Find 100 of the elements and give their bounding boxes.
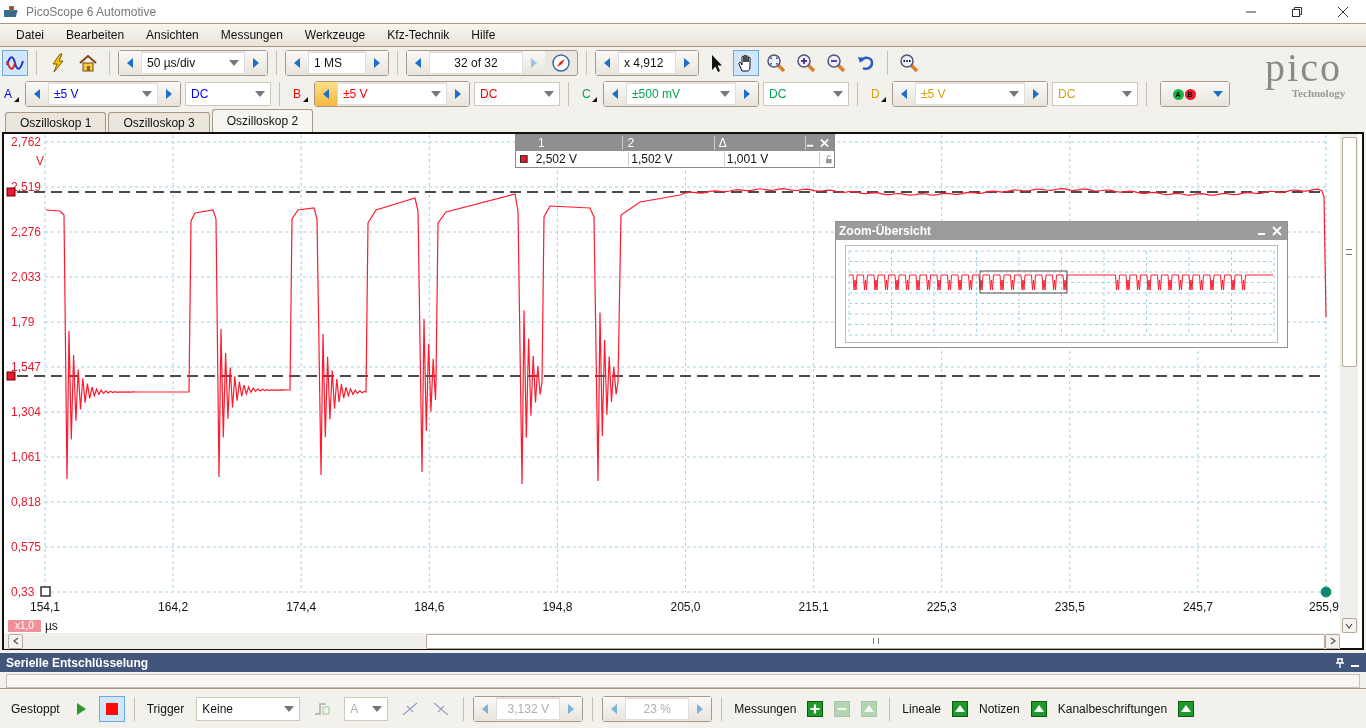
tab[interactable]: Oszilloskop 2 xyxy=(211,109,314,132)
menu-item[interactable]: Datei xyxy=(7,28,53,42)
lock-icon[interactable] xyxy=(824,154,834,164)
previous-button[interactable] xyxy=(893,82,915,106)
table-cell: 2,502 V xyxy=(533,152,630,166)
right-arrow-icon xyxy=(744,89,750,99)
axis-label: 235,5 xyxy=(1054,600,1085,614)
menu-item[interactable]: Hilfe xyxy=(462,28,505,42)
buffer-field[interactable]: 32 of 32 xyxy=(429,52,523,74)
sample-count-field[interactable]: 1 MS xyxy=(308,52,366,74)
add-measurement-icon[interactable] xyxy=(807,700,824,717)
left-arrow-icon xyxy=(415,58,421,68)
next-button[interactable] xyxy=(1025,82,1047,106)
left-arrow-icon xyxy=(34,89,40,99)
stop-icon xyxy=(105,702,118,715)
previous-button[interactable] xyxy=(603,696,626,721)
home-icon[interactable] xyxy=(78,53,98,73)
coupling-dropdown[interactable]: DC xyxy=(185,82,271,106)
rulers-label: Lineale xyxy=(902,701,942,716)
caret-icon xyxy=(142,91,152,97)
zoom-factor-field[interactable]: x 4,912 xyxy=(618,52,676,74)
right-arrow-icon xyxy=(697,703,704,714)
previous-button[interactable] xyxy=(26,82,48,106)
timebase-dropdown[interactable]: 50 µs/div xyxy=(141,52,245,74)
square-marker-icon[interactable] xyxy=(40,586,51,597)
scope-mode-button[interactable] xyxy=(2,50,28,76)
trigger-marker-icon[interactable] xyxy=(1320,586,1332,598)
range-dropdown[interactable]: ±5 V xyxy=(48,83,158,105)
next-button[interactable] xyxy=(366,51,388,75)
channel-swatch-icon xyxy=(520,155,528,163)
column-header: 1 xyxy=(534,136,624,150)
range-dropdown[interactable]: ±5 V xyxy=(337,83,447,105)
horizontal-scrollbar[interactable] xyxy=(4,633,1340,649)
pin-icon[interactable] xyxy=(1335,657,1345,668)
next-button[interactable] xyxy=(736,82,758,106)
trigger-mode-dropdown[interactable]: Keine xyxy=(196,696,301,721)
previous-button[interactable] xyxy=(474,696,497,721)
corner-icon xyxy=(303,96,308,102)
channel-letter[interactable]: B xyxy=(293,87,303,101)
left-arrow-icon xyxy=(611,703,618,714)
menu-item[interactable]: Bearbeiten xyxy=(57,28,134,42)
hand-tool-button[interactable] xyxy=(733,50,759,76)
panel-title: Serielle Entschlüsselung xyxy=(6,655,149,670)
column-header: 2 xyxy=(623,136,715,150)
table-cell: 1,001 V xyxy=(724,152,821,166)
left-arrow-icon xyxy=(127,58,133,68)
zoom-in-magnifier-icon xyxy=(796,53,816,73)
previous-button[interactable] xyxy=(407,51,429,75)
coupling-dropdown[interactable]: DC xyxy=(474,82,560,106)
caret-icon xyxy=(1213,91,1223,97)
previous-button[interactable] xyxy=(596,51,618,75)
zoom-full-magnifier-icon xyxy=(899,53,919,73)
caret-icon xyxy=(284,705,295,712)
previous-button[interactable] xyxy=(286,51,308,75)
axis-label: 194,8 xyxy=(542,600,573,614)
left-arrow-icon xyxy=(901,89,907,99)
next-button[interactable] xyxy=(560,696,583,721)
close-icon[interactable] xyxy=(1338,6,1348,17)
menu-item[interactable]: Kfz-Technik xyxy=(378,28,459,42)
restore-icon[interactable] xyxy=(1292,6,1302,17)
channel-letter[interactable]: A xyxy=(4,87,14,101)
channel-labels-label: Kanalbeschriftungen xyxy=(1057,701,1168,716)
caret-icon xyxy=(229,60,239,66)
compass-icon[interactable] xyxy=(551,53,571,73)
tab[interactable]: Oszilloskop 3 xyxy=(108,112,210,132)
axis-label: 0,575 xyxy=(11,540,42,554)
next-button[interactable] xyxy=(447,82,469,106)
next-button[interactable] xyxy=(158,82,180,106)
waveform-icon xyxy=(5,53,25,73)
previous-button[interactable] xyxy=(315,82,337,106)
vertical-scrollbar[interactable] xyxy=(1340,134,1358,633)
next-button[interactable] xyxy=(676,51,698,75)
ruler-handle-icon[interactable] xyxy=(6,371,16,381)
caret-icon xyxy=(720,91,730,97)
corner-icon xyxy=(14,96,19,102)
axis-label: 2,762 xyxy=(11,135,42,149)
axis-label: 225,3 xyxy=(926,600,957,614)
next-button[interactable] xyxy=(245,51,267,75)
dropdown-button[interactable] xyxy=(1207,82,1229,106)
tab[interactable]: Oszilloskop 1 xyxy=(5,112,107,132)
window-title: Zoom-Übersicht xyxy=(839,224,931,238)
right-arrow-icon xyxy=(1033,89,1039,99)
menu-item[interactable]: Ansichten xyxy=(137,28,208,42)
caret-icon xyxy=(544,91,554,97)
play-icon xyxy=(74,702,87,715)
previous-button[interactable] xyxy=(604,82,626,106)
axis-label: 245,7 xyxy=(1182,600,1213,614)
next-button[interactable] xyxy=(689,696,712,721)
stop-button[interactable] xyxy=(98,695,125,722)
logo-tagline: Technology xyxy=(1291,87,1346,99)
right-arrow-icon xyxy=(166,89,172,99)
menu-item[interactable]: Werkzeuge xyxy=(295,28,375,42)
menu-item[interactable]: Messungen xyxy=(211,28,292,42)
trigger-label: Trigger xyxy=(146,701,185,716)
status-text: Gestoppt xyxy=(11,701,60,716)
axis-label: 1,061 xyxy=(11,450,42,464)
notes-label: Notizen xyxy=(979,701,1020,716)
right-arrow-icon xyxy=(568,703,575,714)
axis-label: 2,033 xyxy=(11,270,42,284)
previous-button[interactable] xyxy=(119,51,141,75)
